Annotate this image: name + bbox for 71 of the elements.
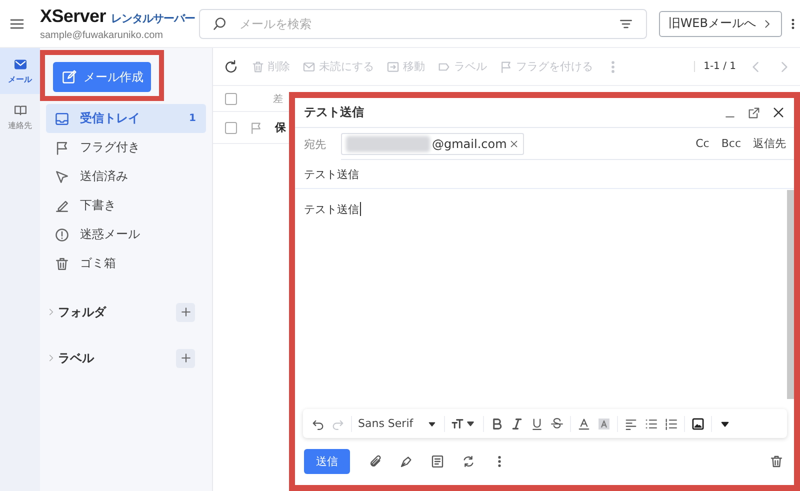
book-icon bbox=[12, 103, 28, 118]
table-cell: 保 bbox=[275, 120, 286, 135]
move-icon bbox=[386, 60, 400, 74]
search-icon bbox=[212, 16, 228, 32]
paperclip-icon[interactable] bbox=[368, 454, 383, 468]
compose-button[interactable]: メール作成 bbox=[53, 62, 151, 92]
flag-icon bbox=[54, 140, 70, 156]
scrollbar[interactable] bbox=[787, 190, 794, 399]
send-button[interactable]: 送信 bbox=[304, 448, 350, 474]
column-header: 差 bbox=[273, 92, 283, 106]
text-size-button[interactable] bbox=[451, 417, 477, 430]
trash-icon bbox=[251, 60, 265, 74]
add-button[interactable] bbox=[176, 302, 195, 322]
search-field[interactable]: メールを検索 bbox=[238, 16, 608, 32]
underline-icon[interactable] bbox=[530, 416, 544, 430]
refresh-icon[interactable] bbox=[223, 58, 239, 74]
plus-icon bbox=[178, 351, 192, 365]
rail-item[interactable]: メール bbox=[0, 48, 40, 94]
flag-icon bbox=[499, 60, 513, 74]
trash-icon[interactable] bbox=[769, 454, 784, 468]
mail-icon bbox=[302, 60, 316, 74]
checkbox[interactable] bbox=[225, 122, 237, 134]
strikethrough-icon[interactable] bbox=[550, 416, 564, 430]
folder-item[interactable]: 迷惑メール bbox=[46, 220, 206, 249]
cursor-icon bbox=[54, 168, 70, 184]
folder-item[interactable]: ゴミ箱 bbox=[46, 249, 206, 278]
highlight-icon[interactable] bbox=[597, 416, 611, 430]
close-icon[interactable] bbox=[771, 105, 786, 120]
folder-item[interactable]: フラグ付き bbox=[46, 133, 206, 162]
image-icon[interactable] bbox=[691, 416, 705, 430]
recipient-option-link[interactable]: Cc bbox=[696, 137, 710, 150]
document-icon[interactable] bbox=[430, 454, 445, 468]
recipient-option-link[interactable]: Bcc bbox=[721, 137, 741, 150]
section-heading[interactable]: ラベル bbox=[58, 350, 174, 366]
text-size-icon bbox=[451, 417, 464, 430]
pagination-text: 1-1 / 1 bbox=[694, 61, 736, 72]
subject-field[interactable]: テスト送信 bbox=[295, 168, 794, 180]
plus-icon bbox=[178, 305, 192, 319]
pen-nib-icon[interactable] bbox=[399, 454, 414, 468]
folder-item[interactable]: 下書き bbox=[46, 191, 206, 220]
font-dropdown[interactable]: Sans Serif bbox=[358, 417, 438, 430]
field-label: 宛先 bbox=[304, 136, 327, 152]
bullet-list-icon[interactable] bbox=[644, 416, 658, 430]
folder-item[interactable]: 受信トレイ 1 bbox=[46, 104, 206, 133]
bold-icon[interactable] bbox=[490, 416, 504, 430]
italic-icon[interactable] bbox=[510, 416, 524, 430]
sync-icon[interactable] bbox=[461, 454, 476, 468]
logo-text: XServer bbox=[40, 6, 106, 27]
rail-item[interactable]: 連絡先 bbox=[0, 94, 40, 140]
section-heading[interactable]: フォルダ bbox=[58, 304, 174, 320]
add-button[interactable] bbox=[176, 348, 195, 368]
remove-icon[interactable] bbox=[508, 138, 519, 148]
mail-icon bbox=[12, 57, 28, 72]
legacy-webmail-button[interactable]: 旧WEBメールへ bbox=[659, 10, 782, 36]
trash-icon bbox=[54, 256, 70, 272]
account-email: sample@fuwakaruniko.com bbox=[40, 30, 164, 41]
dialog-title: テスト送信 bbox=[304, 104, 364, 121]
recipient-option-link[interactable]: 返信先 bbox=[753, 136, 786, 151]
font-color-icon[interactable] bbox=[577, 416, 591, 430]
alert-icon bbox=[54, 226, 70, 242]
logo-subtitle: レンタルサーバー bbox=[110, 11, 195, 26]
popout-icon[interactable] bbox=[747, 106, 761, 120]
search-bar[interactable]: メールを検索 bbox=[198, 8, 648, 38]
align-icon[interactable] bbox=[624, 416, 638, 430]
inbox-icon bbox=[54, 110, 70, 126]
checkbox[interactable] bbox=[225, 92, 237, 104]
recipient-chip[interactable]: @gmail.com bbox=[341, 132, 524, 154]
folder-item[interactable]: 送信済み bbox=[46, 162, 206, 191]
numbered-list-icon[interactable] bbox=[664, 416, 678, 430]
compose-icon bbox=[60, 69, 76, 85]
message-body[interactable]: テスト送信 bbox=[295, 189, 787, 399]
